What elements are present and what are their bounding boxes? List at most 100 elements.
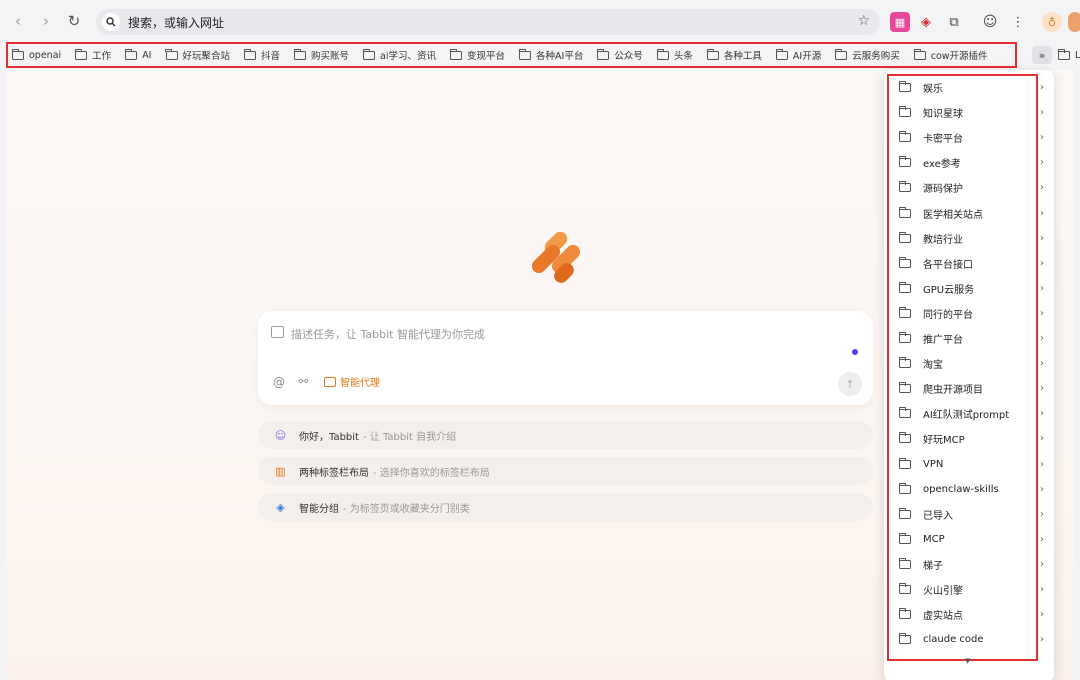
bookmark-folder[interactable]: openai [11,48,61,61]
bookmark-folder[interactable]: AI开源 [775,48,821,62]
menu-item-folder[interactable]: exe参考 › [898,150,1044,175]
folder-icon [898,131,911,143]
menu-item-folder[interactable]: 梯子 › [898,552,1044,577]
bookmark-folder[interactable]: 各种AI平台 [518,48,584,62]
bookmark-folder[interactable]: 好玩聚合站 [165,48,231,62]
menu-item-folder[interactable]: 教培行业 › [898,226,1044,251]
task-input[interactable]: 描述任务，让 Tabbit 智能代理为你完成 [291,326,485,342]
bookmark-folder[interactable]: 抖音 [243,48,280,62]
bookmark-label: 各种AI平台 [536,51,584,62]
bookmark-folder[interactable]: 头条 [656,48,693,62]
menu-item-folder[interactable]: 推广平台 › [898,326,1044,351]
menu-item-folder[interactable]: 各平台接口 › [898,251,1044,276]
menu-item-folder[interactable]: AI红队测试prompt › [898,401,1044,426]
menu-item-folder[interactable]: 源码保护 › [898,175,1044,200]
bookmarks-more-button[interactable]: » [1032,46,1052,64]
avatar[interactable] [1068,12,1080,32]
folder-icon [898,231,911,243]
chevron-right-icon: › [1040,508,1044,520]
chat-icon [271,326,284,338]
suggestion-layout[interactable]: ▥ 两种标签栏布局 - 选择你喜欢的标签栏布局 [258,457,873,485]
menu-item-folder[interactable]: MCP › [898,527,1044,552]
bookmark-folder[interactable]: cow开源插件 [913,48,988,62]
suggestion-hello[interactable]: ☺ 你好，Tabbit - 让 Tabbit 自我介绍 [258,421,873,449]
folder-icon [518,48,532,60]
extension-tabs-icon[interactable]: ▦ [890,12,910,32]
menu-item-folder[interactable]: 火山引擎 › [898,577,1044,602]
menu-item-folder[interactable]: VPN › [898,452,1044,477]
chevron-right-icon: › [1040,584,1044,595]
chevron-right-icon: › [1040,483,1044,495]
bookmark-folder[interactable]: 购买账号 [293,48,350,62]
menu-item-folder[interactable]: openclaw-skills › [898,477,1044,502]
menu-item-folder[interactable]: GPU云服务 › [898,276,1044,301]
bookmark-label: ai学习、资讯 [380,51,437,62]
chevron-right-icon: › [1040,282,1044,294]
extension-red-icon[interactable]: ◈ [916,12,936,32]
task-input-box[interactable]: 描述任务，让 Tabbit 智能代理为你完成 @ ⚯ 智能代理 ↑ [258,311,873,405]
menu-item-label: 推广平台 [923,335,963,346]
menu-item-folder[interactable]: 知识星球 › [898,100,1044,125]
profile-icon[interactable]: ☺ [980,12,1000,32]
address-bar[interactable]: 搜索，或输入网址 ☆ [96,9,880,35]
folder-icon [898,507,911,519]
folder-icon [74,48,88,60]
menu-item-folder[interactable]: 爬虫开源项目 › [898,376,1044,401]
folder-icon [656,48,669,60]
bookmark-folder[interactable]: 各种工具 [706,48,762,62]
bookmark-folder[interactable]: 云服务购买 [835,48,900,62]
arrow-up-icon: ↑ [845,377,855,391]
menu-item-label: openclaw-skills [923,483,999,495]
menu-item-folder[interactable]: 虚实站点 › [898,602,1044,627]
chevron-right-icon: › [1040,383,1044,395]
menu-item-label: 好玩MCP [923,435,965,447]
chevron-right-icon: › [1040,257,1044,269]
tools-icon[interactable]: ⚯ [299,375,308,388]
extensions-puzzle-icon[interactable]: ⧉ [944,12,964,32]
menu-item-folder[interactable]: 医学相关站点 › [898,201,1044,226]
folder-icon [898,407,911,419]
star-icon[interactable]: ☆ [857,13,870,29]
back-button[interactable]: ‹ [4,7,32,35]
menu-item-folder[interactable]: 已导入 › [898,502,1044,527]
bookmark-folder[interactable]: 工作 [74,48,111,62]
menu-kebab-icon[interactable]: ⋮ [1008,12,1028,32]
folder-icon [898,256,911,268]
menu-item-folder[interactable]: 淘宝 › [898,351,1044,376]
bookmark-partial[interactable]: L [1057,49,1080,61]
chevron-right-icon: › [1040,307,1044,319]
folder-icon [898,181,911,193]
menu-item-folder[interactable]: 娱乐 › [898,75,1044,100]
folder-icon [898,206,911,218]
forward-button[interactable]: › [32,7,60,35]
bookmark-label: 好玩聚合站 [182,51,231,62]
bookmark-folder[interactable]: 公众号 [597,48,643,62]
folder-icon [898,633,911,645]
bookmark-folder[interactable]: 变现平台 [449,48,505,62]
bookmark-folder[interactable]: ai学习、资讯 [362,48,437,62]
scroll-down-icon[interactable]: ▼ [965,657,970,665]
menu-item-label: 教培行业 [923,234,963,246]
agent-button[interactable]: 智能代理 [324,374,380,389]
menu-item-folder[interactable]: claude code › [898,627,1044,652]
menu-item-label: 爬虫开源项目 [923,385,983,397]
bookmark-label: 头条 [673,51,693,62]
menu-item-folder[interactable]: 好玩MCP › [898,426,1044,451]
bookmark-label: 购买账号 [311,51,350,62]
mention-button[interactable]: @ [273,375,285,389]
chevron-right-icon: › [1040,182,1044,194]
bookmark-label: 云服务购买 [852,51,900,62]
suggestion-grouping[interactable]: ◈ 智能分组 - 为标签页或收藏夹分门别类 [258,493,873,521]
folder-icon [898,81,911,92]
bookmarks-bar: openai 工作 AI 好玩聚合站 抖音 购买账号 ai学习、资讯 变现平台 各种AI平台 公众… [0,42,1080,70]
lightbulb-icon[interactable]: ♁ [1042,12,1062,32]
chevron-right-icon: › [43,12,49,30]
chevron-right-icon: › [1040,207,1044,219]
bookmark-folder[interactable]: AI [124,48,152,61]
menu-item-label: 已导入 [923,510,953,522]
menu-item-folder[interactable]: 同行的平台 › [898,301,1044,326]
reload-button[interactable]: ↻ [60,7,88,35]
send-button[interactable]: ↑ [838,372,862,396]
menu-item-label: MCP [923,533,945,545]
menu-item-folder[interactable]: 卡密平台 › [898,125,1044,150]
